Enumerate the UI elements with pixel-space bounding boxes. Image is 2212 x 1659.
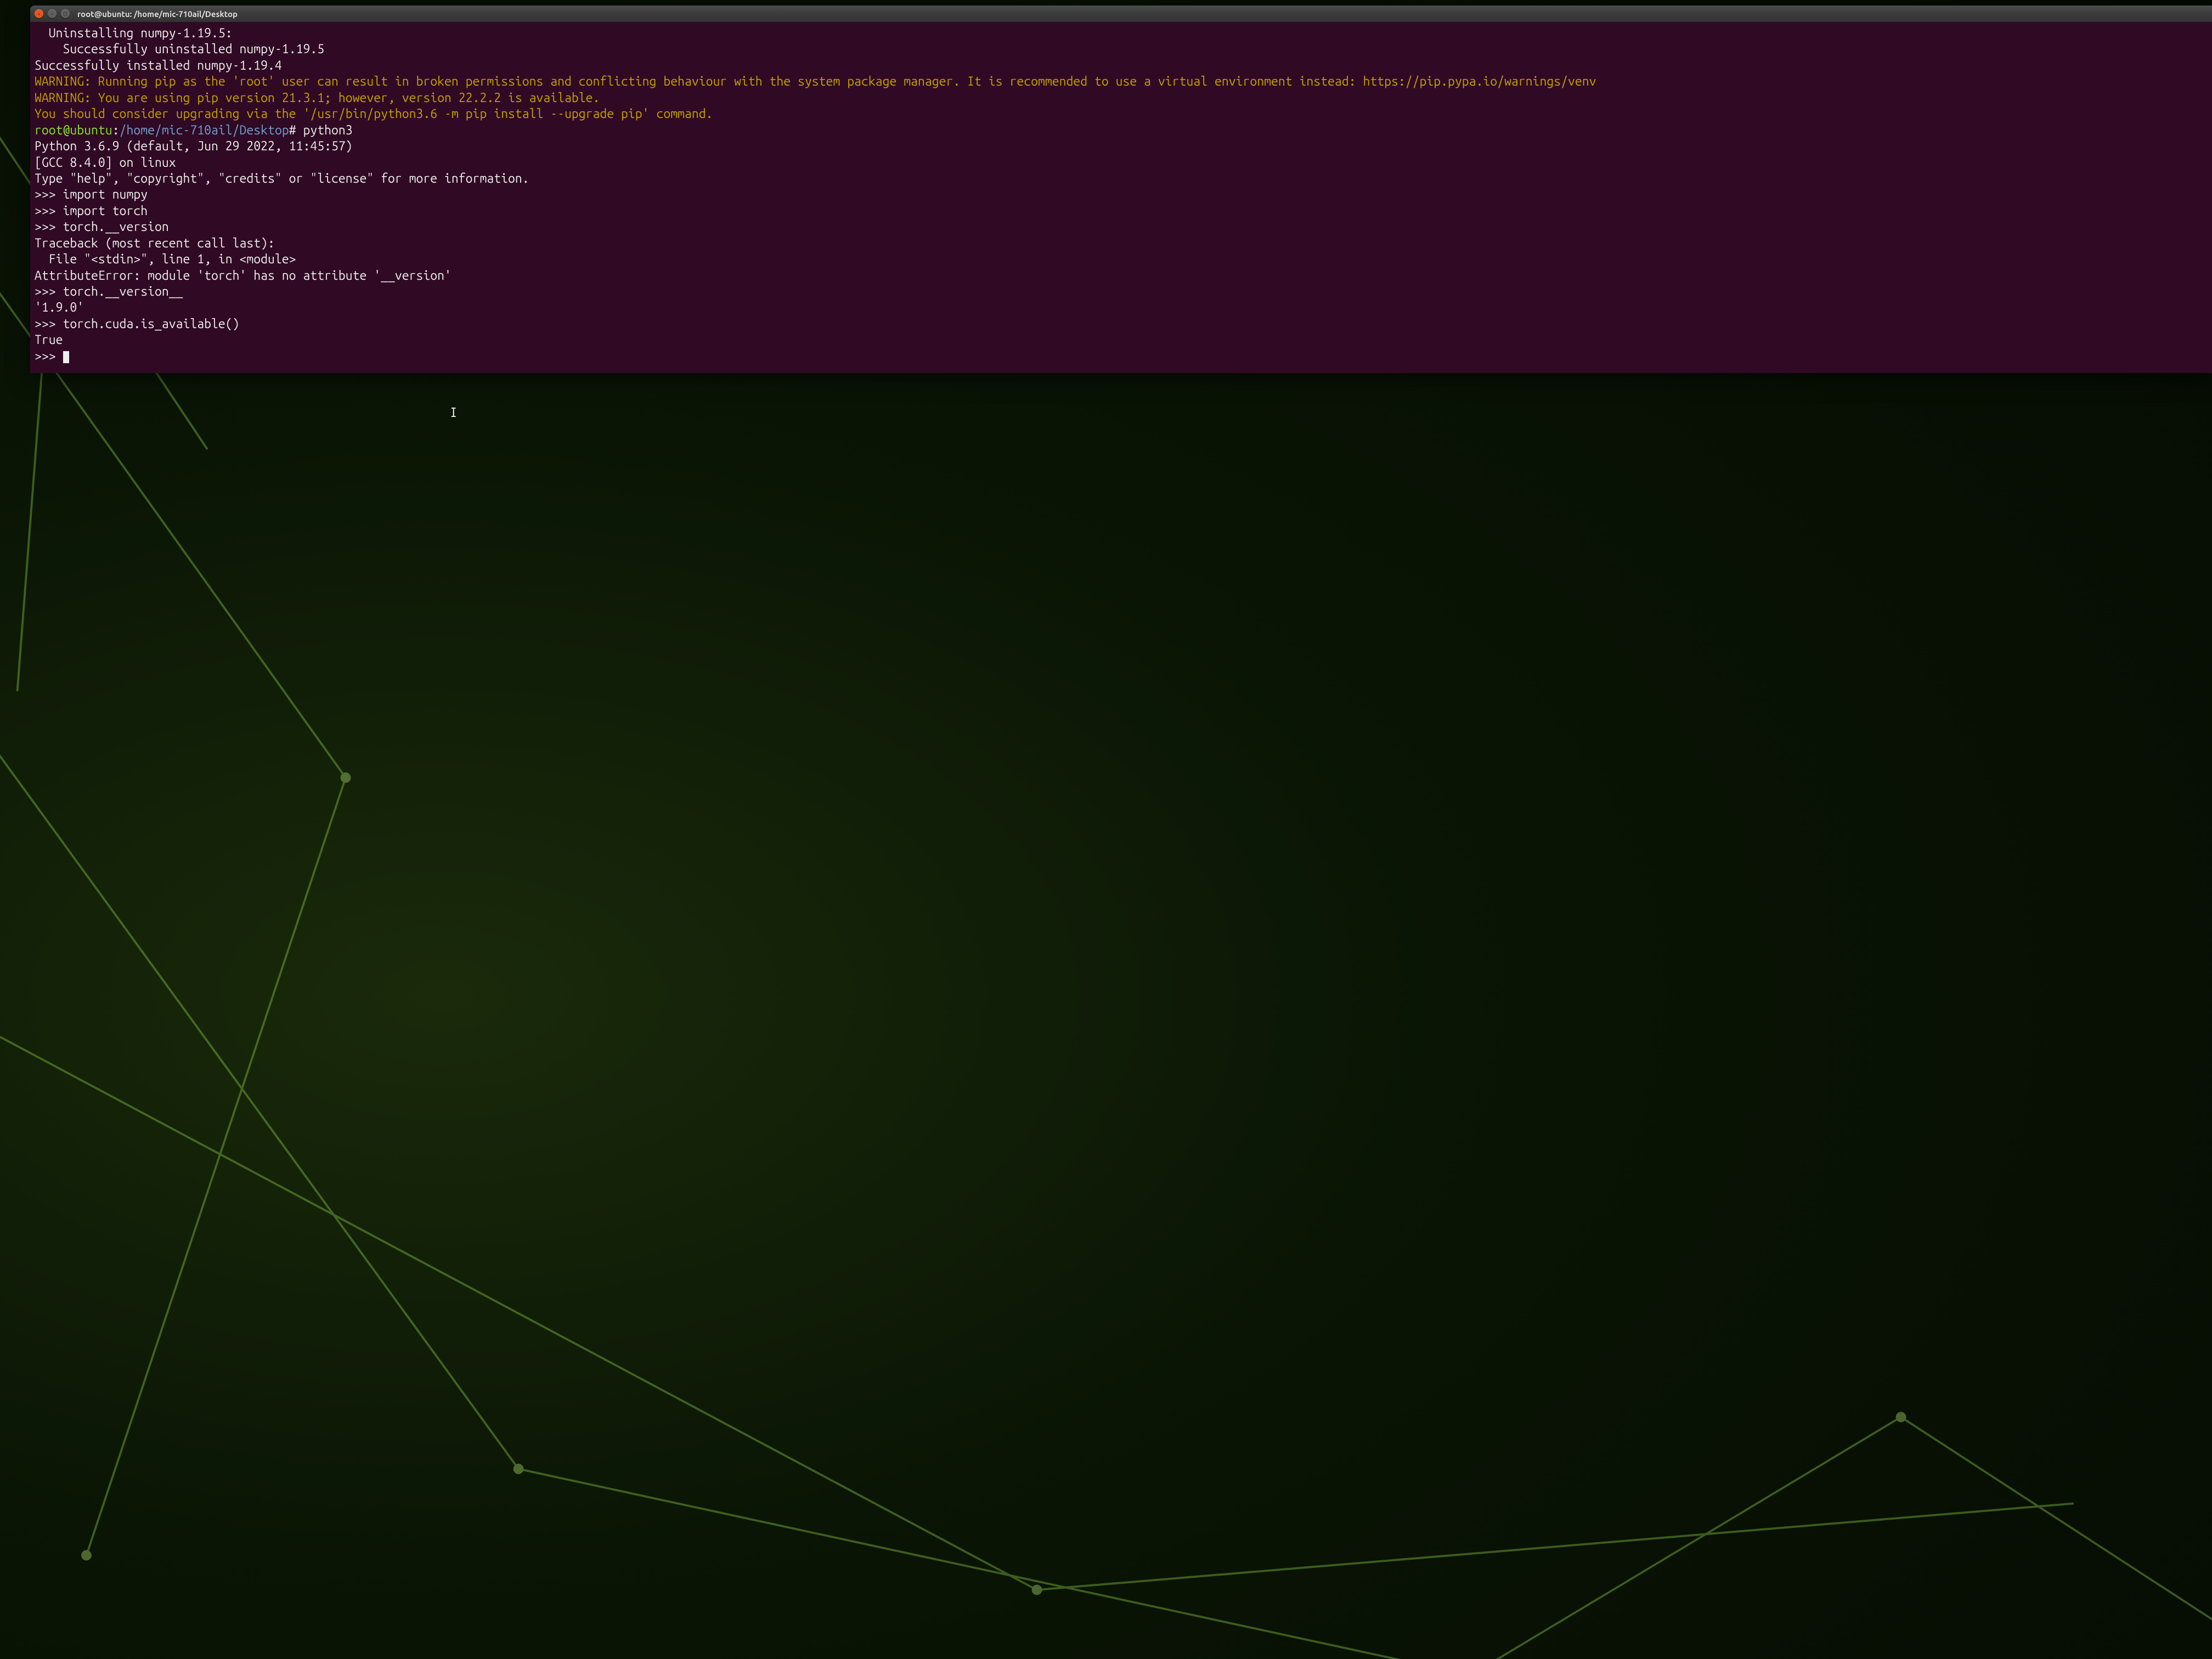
command-text: python3: [303, 123, 352, 137]
terminal-line: root@ubuntu:/home/mic-710ail/Desktop# py…: [35, 122, 2208, 138]
terminal-line: >>> torch.__version: [35, 219, 2208, 235]
minimize-icon[interactable]: –: [48, 9, 57, 18]
terminal-text: You should consider upgrading via the '/…: [35, 107, 713, 121]
terminal-line: >>> import numpy: [35, 187, 2208, 202]
terminal-body[interactable]: Uninstalling numpy-1.19.5: Successfully …: [30, 22, 2212, 373]
prompt-hash: #: [289, 123, 303, 137]
terminal-text: Type "help", "copyright", "credits" or "…: [35, 172, 529, 185]
terminal-line: File "<stdin>", line 1, in <module>: [35, 251, 2208, 267]
terminal-text: True: [35, 333, 63, 347]
terminal-line: '1.9.0': [35, 300, 2208, 315]
terminal-line: [GCC 8.4.0] on linux: [35, 155, 2208, 171]
terminal-text: Successfully installed numpy-1.19.4: [35, 59, 282, 72]
terminal-line: Python 3.6.9 (default, Jun 29 2022, 11:4…: [35, 138, 2208, 154]
prompt-path: /home/mic-710ail/Desktop: [120, 123, 289, 137]
maximize-icon[interactable]: □: [61, 9, 70, 18]
terminal-line: >>> torch.__version__: [35, 284, 2208, 300]
terminal-text: >>> torch.__version__: [35, 285, 183, 298]
terminal-line: WARNING: You are using pip version 21.3.…: [35, 90, 2208, 106]
terminal-text: Traceback (most recent call last):: [35, 236, 275, 250]
terminal-line: WARNING: Running pip as the 'root' user …: [35, 74, 2208, 89]
prompt-sep: :: [112, 123, 120, 137]
terminal-line: Traceback (most recent call last):: [35, 235, 2208, 251]
terminal-cursor-icon: [63, 351, 69, 363]
terminal-line: Successfully installed numpy-1.19.4: [35, 58, 2208, 74]
terminal-text: File "<stdin>", line 1, in <module>: [35, 252, 296, 266]
terminal-line: True: [35, 332, 2208, 348]
terminal-text: Successfully uninstalled numpy-1.19.5: [35, 42, 324, 56]
terminal-text: [GCC 8.4.0] on linux: [35, 156, 176, 170]
terminal-line: Type "help", "copyright", "credits" or "…: [35, 171, 2208, 187]
terminal-text: AttributeError: module 'torch' has no at…: [35, 269, 452, 283]
terminal-text: >>> torch.cuda.is_available(): [35, 317, 240, 331]
terminal-line: AttributeError: module 'torch' has no at…: [35, 268, 2208, 284]
terminal-line: >>> import torch: [35, 203, 2208, 219]
terminal-text: >>> torch.__version: [35, 220, 169, 234]
terminal-text: >>> import torch: [35, 204, 148, 218]
close-icon[interactable]: ×: [35, 9, 43, 18]
terminal-text: Uninstalling numpy-1.19.5:: [35, 26, 233, 40]
window-titlebar[interactable]: × – □ root@ubuntu: /home/mic-710ail/Desk…: [30, 5, 2212, 22]
terminal-text: WARNING: Running pip as the 'root' user …: [35, 75, 1596, 88]
terminal-text: >>> import numpy: [35, 188, 148, 201]
prompt-user: root@ubuntu: [35, 123, 112, 137]
window-title: root@ubuntu: /home/mic-710ail/Desktop: [77, 9, 238, 19]
terminal-text: '1.9.0': [35, 301, 84, 314]
text-cursor-icon: I: [450, 405, 457, 420]
terminal-line: You should consider upgrading via the '/…: [35, 106, 2208, 122]
terminal-line: Successfully uninstalled numpy-1.19.5: [35, 41, 2208, 57]
terminal-line: >>>: [35, 348, 2208, 364]
terminal-text: Python 3.6.9 (default, Jun 29 2022, 11:4…: [35, 139, 353, 153]
terminal-line: >>> torch.cuda.is_available(): [35, 316, 2208, 332]
python-prompt: >>>: [35, 349, 63, 363]
terminal-window: × – □ root@ubuntu: /home/mic-710ail/Desk…: [30, 5, 2212, 373]
terminal-text: WARNING: You are using pip version 21.3.…: [35, 91, 600, 105]
terminal-line: Uninstalling numpy-1.19.5:: [35, 25, 2208, 41]
